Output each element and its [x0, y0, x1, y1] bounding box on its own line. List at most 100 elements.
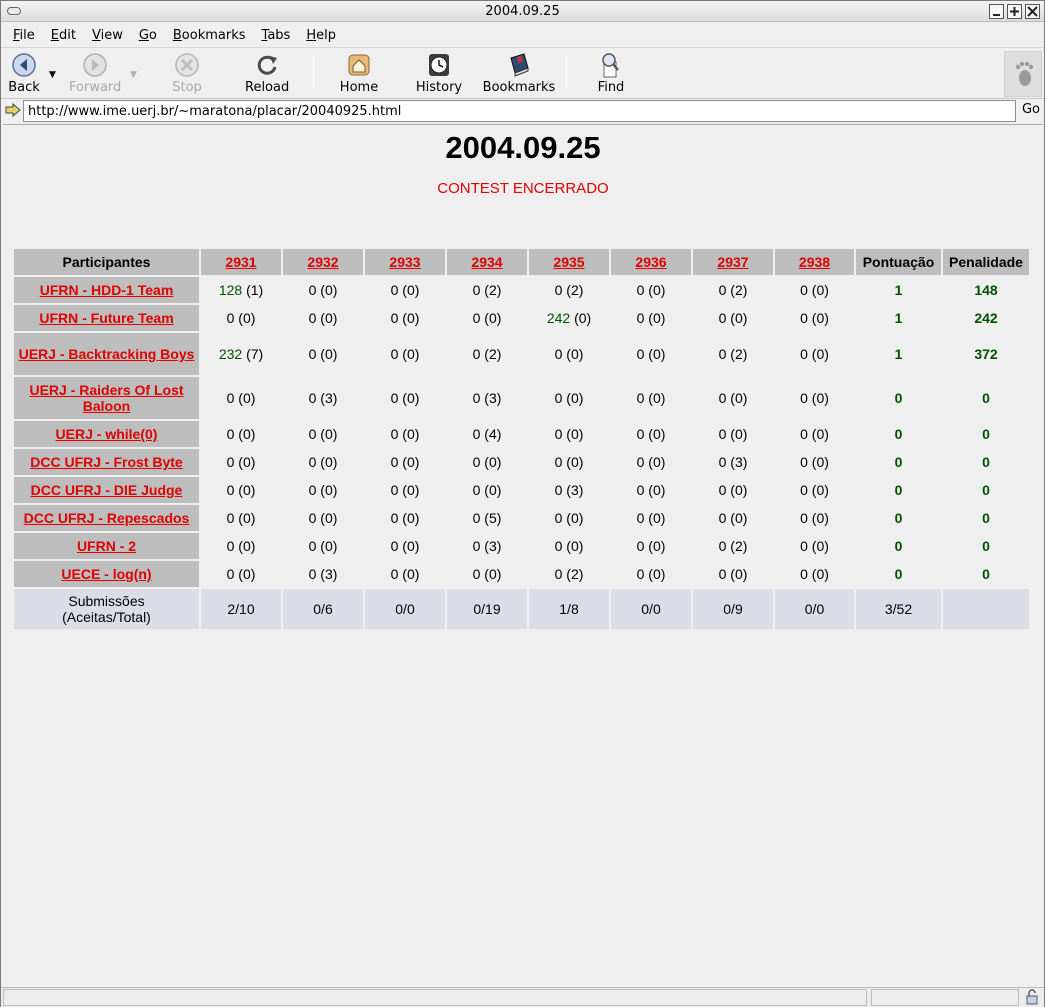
tries-count: (0) — [648, 510, 666, 526]
tries-count: (7) — [246, 346, 264, 362]
accepted-time: 0 — [308, 346, 317, 362]
problem-result-cell: 0 (0) — [365, 477, 445, 503]
penalty-cell: 0 — [982, 454, 990, 470]
problem-result-cell: 0 (0) — [611, 533, 691, 559]
tries-count: (0) — [402, 566, 420, 582]
tries-count: (0) — [320, 282, 338, 298]
stop-button[interactable]: Stop — [171, 52, 203, 95]
tries-count: (0) — [566, 510, 584, 526]
tries-count: (0) — [648, 282, 666, 298]
accepted-time: 0 — [472, 390, 481, 406]
problem-result-cell: 0 (0) — [201, 561, 281, 587]
url-input[interactable] — [23, 100, 1016, 122]
header-problem: 2931 — [201, 249, 281, 275]
problem-result-cell: 0 (0) — [529, 533, 609, 559]
submissions-value: 0/6 — [283, 589, 363, 629]
accepted-time: 0 — [308, 454, 317, 470]
team-link[interactable]: UERJ - Backtracking Boys — [19, 346, 195, 362]
bookmarks-button[interactable]: Bookmarks — [481, 52, 557, 95]
home-button[interactable]: Home — [337, 52, 381, 95]
table-row: UFRN - HDD-1 Team 128 (1) 0 (0) 0 (0) 0 (2) 0… — [14, 277, 1029, 303]
problem-link[interactable]: 2936 — [635, 254, 666, 270]
team-link[interactable]: UFRN - HDD-1 Team — [40, 282, 174, 298]
accepted-time: 0 — [226, 566, 235, 582]
submissions-value: 2/10 — [201, 589, 281, 629]
problem-result-cell: 0 (3) — [283, 377, 363, 419]
problem-link[interactable]: 2937 — [717, 254, 748, 270]
problem-result-cell: 0 (0) — [693, 505, 773, 531]
team-cell: UERJ - while(0) — [14, 421, 199, 447]
back-history-dropdown-icon[interactable]: ▼ — [49, 70, 56, 80]
problem-result-cell: 0 (0) — [365, 305, 445, 331]
team-cell: UECE - log(n) — [14, 561, 199, 587]
tries-count: (0) — [566, 454, 584, 470]
menu-view[interactable]: View — [84, 28, 131, 43]
problem-result-cell: 242 (0) — [529, 305, 609, 331]
accepted-time: 0 — [226, 510, 235, 526]
problem-result-cell: 128 (1) — [201, 277, 281, 303]
back-button[interactable]: Back — [7, 52, 41, 95]
problem-result-cell: 0 (0) — [283, 533, 363, 559]
problem-link[interactable]: 2935 — [553, 254, 584, 270]
tries-count: (1) — [246, 282, 264, 298]
minimize-icon[interactable] — [989, 4, 1004, 19]
tries-count: (0) — [402, 310, 420, 326]
header-problem: 2933 — [365, 249, 445, 275]
problem-result-cell: 0 (2) — [693, 533, 773, 559]
submissions-value: 0/0 — [775, 589, 854, 629]
find-button[interactable]: Find — [595, 52, 627, 95]
close-icon[interactable] — [1025, 4, 1040, 19]
tries-count: (3) — [320, 566, 338, 582]
problem-result-cell: 0 (0) — [611, 277, 691, 303]
team-link[interactable]: DCC UFRJ - Frost Byte — [30, 454, 182, 470]
go-button[interactable]: Go — [1022, 102, 1040, 117]
history-button[interactable]: History — [414, 52, 464, 95]
team-link[interactable]: UERJ - Raiders Of Lost Baloon — [29, 382, 183, 414]
team-link[interactable]: UERJ - while(0) — [56, 426, 158, 442]
team-link[interactable]: UFRN - 2 — [77, 538, 136, 554]
score-cell: 0 — [894, 390, 903, 406]
forward-history-dropdown-icon[interactable]: ▼ — [130, 70, 137, 80]
accepted-time: 0 — [390, 426, 399, 442]
problem-link[interactable]: 2931 — [225, 254, 256, 270]
team-link[interactable]: DCC UFRJ - Repescados — [24, 510, 190, 526]
problem-link[interactable]: 2933 — [389, 254, 420, 270]
security-lock-icon[interactable] — [1024, 989, 1040, 1005]
menu-edit[interactable]: Edit — [43, 28, 84, 43]
problem-result-cell: 0 (0) — [365, 533, 445, 559]
accepted-time: 0 — [390, 346, 399, 362]
table-row: UECE - log(n) 0 (0) 0 (3) 0 (0) 0 (0) 0 (2) 0 … — [14, 561, 1029, 587]
problem-link[interactable]: 2938 — [799, 254, 830, 270]
forward-button[interactable]: Forward — [69, 52, 121, 95]
accepted-time: 0 — [636, 282, 645, 298]
problem-result-cell: 0 (0) — [611, 505, 691, 531]
accepted-time: 0 — [472, 538, 481, 554]
problem-result-cell: 0 (0) — [201, 377, 281, 419]
menu-help[interactable]: Help — [298, 28, 344, 43]
menu-bookmarks[interactable]: Bookmarks — [165, 28, 254, 43]
throbber-footprint-icon[interactable] — [1004, 51, 1042, 97]
menu-tabs[interactable]: Tabs — [254, 28, 299, 43]
tries-count: (0) — [648, 482, 666, 498]
tries-count: (2) — [730, 346, 748, 362]
reload-button[interactable]: Reload — [245, 52, 289, 95]
problem-link[interactable]: 2934 — [471, 254, 502, 270]
menu-go[interactable]: Go — [131, 28, 165, 43]
tries-count: (0) — [648, 310, 666, 326]
team-link[interactable]: UFRN - Future Team — [39, 310, 173, 326]
problem-result-cell: 0 (0) — [693, 377, 773, 419]
accepted-time: 0 — [800, 390, 808, 406]
maximize-icon[interactable] — [1007, 4, 1022, 19]
score-cell: 1 — [894, 310, 903, 326]
problem-result-cell: 0 (0) — [283, 477, 363, 503]
team-link[interactable]: DCC UFRJ - DIE Judge — [31, 482, 183, 498]
header-problem: 2935 — [529, 249, 609, 275]
accepted-time: 0 — [636, 346, 645, 362]
problem-result-cell: 0 (2) — [529, 277, 609, 303]
menu-file[interactable]: File — [5, 28, 43, 43]
problem-link[interactable]: 2932 — [307, 254, 338, 270]
team-link[interactable]: UECE - log(n) — [61, 566, 151, 582]
team-cell: UERJ - Backtracking Boys — [14, 333, 199, 375]
problem-result-cell: 0 (0) — [775, 277, 854, 303]
tries-count: (0) — [648, 454, 666, 470]
